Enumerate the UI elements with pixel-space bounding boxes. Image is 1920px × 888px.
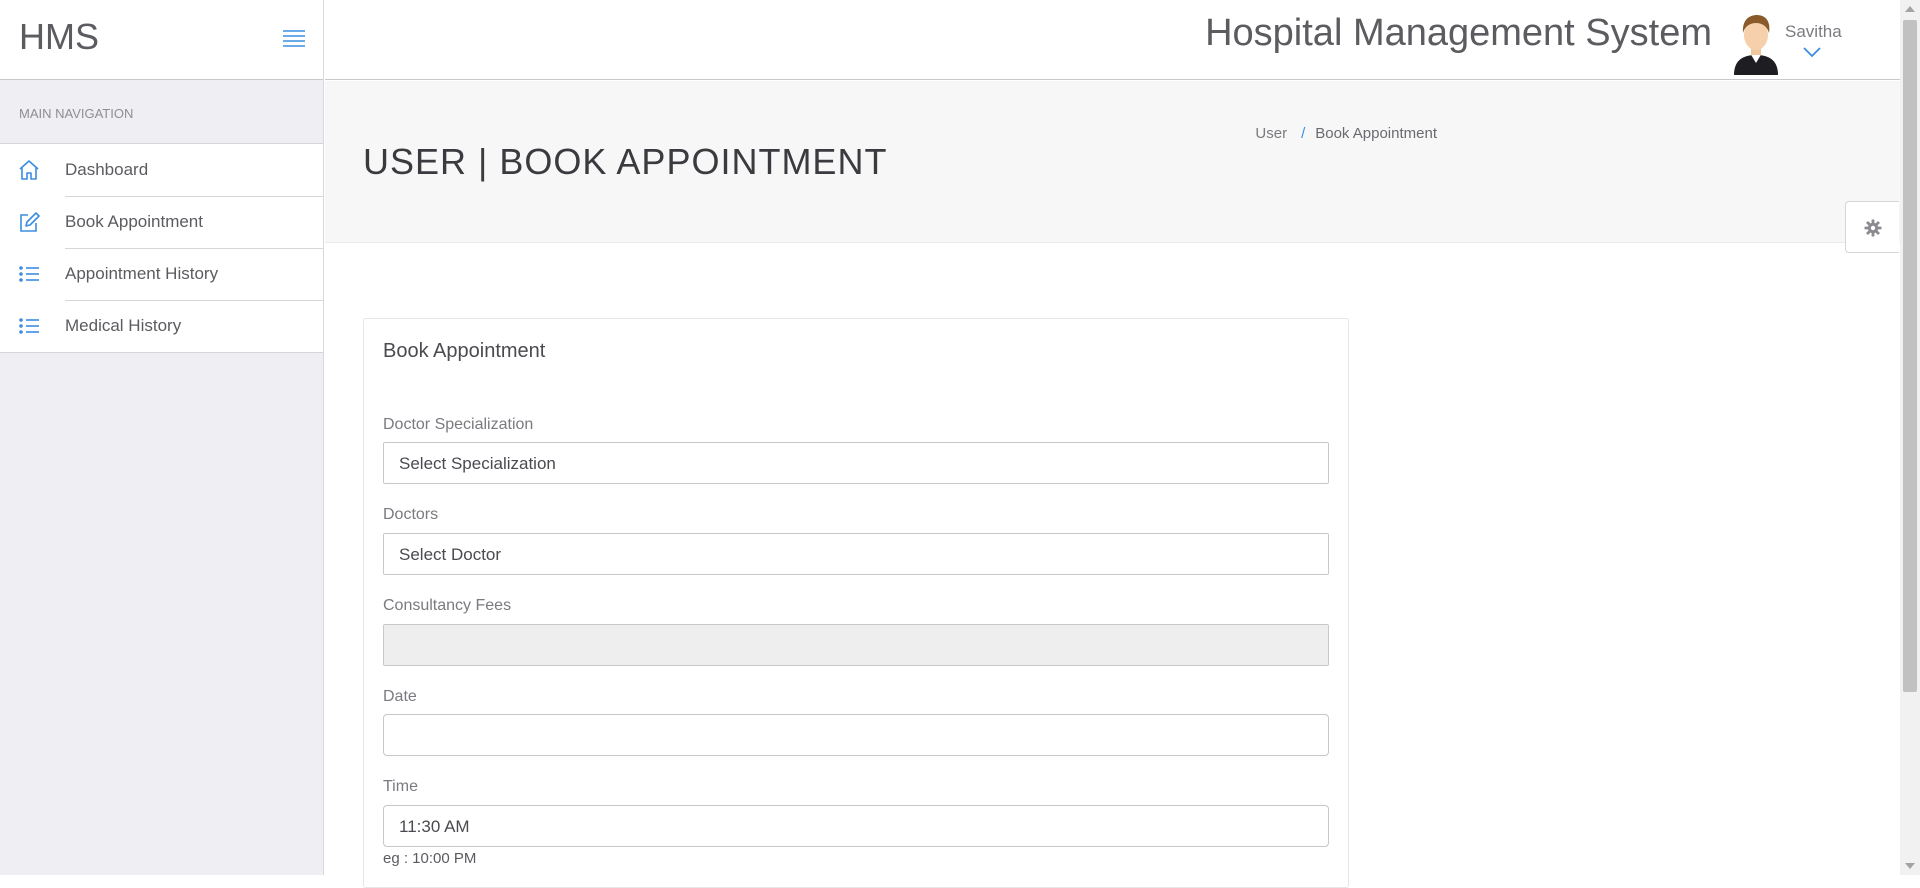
doctor-select[interactable]: Select Doctor [383,533,1329,575]
time-field[interactable]: 11:30 AM [383,805,1329,847]
app-title: Hospital Management System [1205,12,1712,54]
specialization-select[interactable]: Select Specialization [383,442,1329,484]
brand-bar: HMS [0,0,323,80]
nav-list: Dashboard Book Appointment Appointment H… [0,144,323,353]
sidebar: HMS Main Navigation Dashboard Book Appoi… [0,0,324,875]
date-label: Date [383,688,417,705]
nav-heading: Main Navigation [0,80,323,144]
specialization-label: Doctor Specialization [383,416,534,433]
scrollbar[interactable] [1900,0,1920,875]
doctors-label: Doctors [383,506,439,523]
time-label: Time [383,778,418,795]
sidebar-item-label: Medical History [65,316,182,335]
list-icon [19,318,39,334]
fees-label: Consultancy Fees [383,597,512,614]
sidebar-item-label: Book Appointment [65,212,203,231]
sidebar-item-label: Dashboard [65,160,149,179]
date-field[interactable] [383,714,1329,756]
user-avatar[interactable] [1728,13,1784,75]
scroll-down-arrow[interactable] [1905,863,1915,869]
sidebar-item-book-appointment[interactable]: Book Appointment [0,196,323,248]
sidebar-item-label: Appointment History [65,264,219,283]
panel-title: Book Appointment [383,340,546,362]
breadcrumb: User / Book Appointment [1255,125,1437,142]
book-appointment-panel: Book Appointment Doctor Specialization S… [363,318,1349,888]
breadcrumb-user-link[interactable]: User [1255,125,1287,142]
brand-logo[interactable]: HMS [19,16,99,58]
home-icon [19,160,39,180]
page-title: USER | BOOK APPOINTMENT [363,141,888,182]
page-header: USER | BOOK APPOINTMENT User / Book Appoin… [325,81,1900,243]
gear-icon [1864,219,1882,237]
sidebar-item-medical-history[interactable]: Medical History [0,300,323,352]
settings-button[interactable] [1845,201,1899,253]
chevron-down-icon[interactable] [1803,46,1821,58]
top-header: Hospital Management System [325,0,1900,80]
sidebar-item-dashboard[interactable]: Dashboard [0,144,323,196]
list-icon [19,266,39,282]
fees-field [383,624,1329,666]
menu-toggle-icon[interactable] [282,29,306,47]
user-name[interactable]: Savitha [1785,22,1842,42]
scroll-up-arrow[interactable] [1905,6,1915,12]
breadcrumb-current: Book Appointment [1315,125,1437,142]
breadcrumb-separator: / [1301,125,1306,142]
scroll-thumb[interactable] [1903,20,1917,692]
edit-icon [20,212,40,232]
time-hint: eg : 10:00 PM [383,850,477,867]
sidebar-item-appointment-history[interactable]: Appointment History [0,248,323,300]
